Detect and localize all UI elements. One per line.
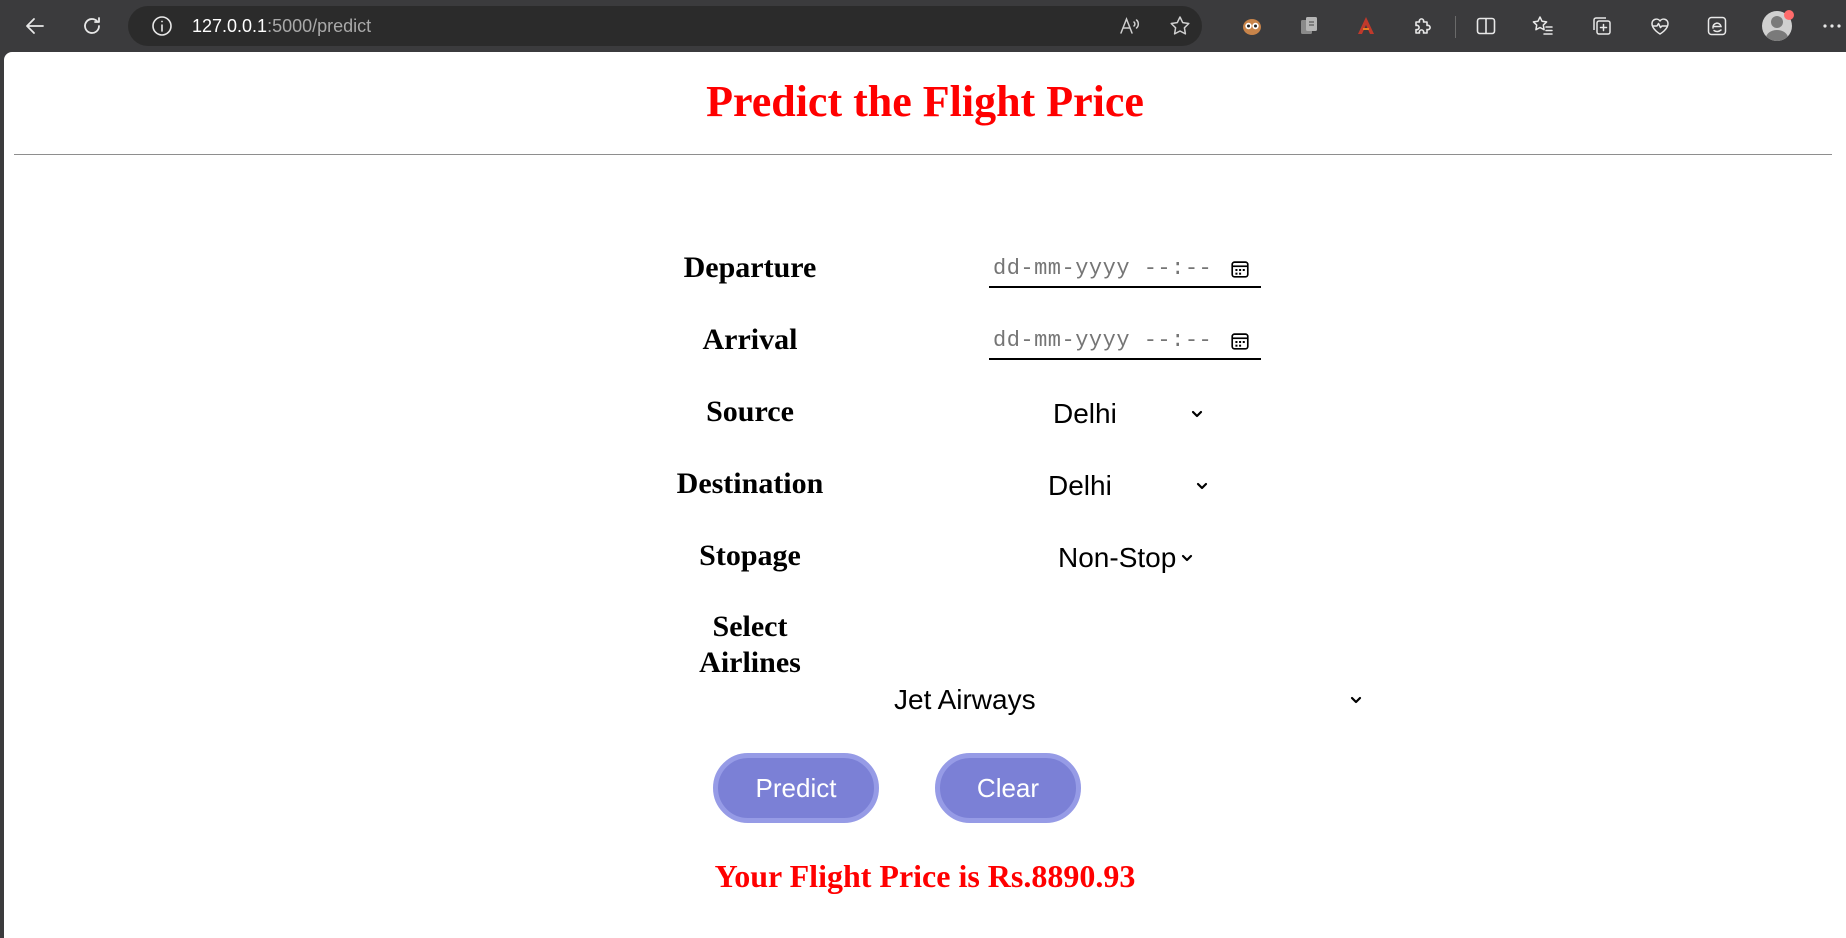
collections-button[interactable] <box>1584 8 1620 44</box>
favorites-button[interactable] <box>1525 8 1561 44</box>
read-aloud-icon[interactable] <box>1118 14 1142 38</box>
a-extension-icon <box>1358 17 1374 34</box>
departure-datetime-input[interactable]: dd-mm-yyyy --:-- <box>989 252 1261 288</box>
arrival-label: Arrival <box>702 323 798 356</box>
source-select[interactable]: Delhi <box>1053 394 1211 434</box>
page-viewport: Predict the Flight Price Departure dd-mm… <box>4 52 1846 938</box>
title-divider <box>14 154 1832 155</box>
extensions-button[interactable] <box>1405 8 1441 44</box>
source-label: Source <box>706 395 794 428</box>
refresh-button[interactable] <box>74 8 110 44</box>
extension-a-button[interactable] <box>1348 8 1384 44</box>
stopage-select[interactable]: Non-Stop <box>1058 538 1202 578</box>
source-selected-value: Delhi <box>1053 398 1117 429</box>
avatar-body <box>1766 30 1788 41</box>
address-bar[interactable]: 127.0.0.1:5000/predict <box>128 6 1202 46</box>
extension-docs-button[interactable] <box>1291 8 1327 44</box>
predict-button[interactable]: Predict <box>713 753 879 823</box>
owl-extension-icon <box>1243 19 1261 35</box>
more-menu-button[interactable] <box>1818 8 1846 44</box>
documents-icon <box>1301 17 1317 34</box>
toolbar-separator <box>1455 16 1456 38</box>
arrival-datetime-input[interactable]: dd-mm-yyyy --:-- <box>989 324 1261 360</box>
refresh-icon <box>84 17 100 34</box>
departure-placeholder: dd-mm-yyyy --:-- <box>993 256 1213 281</box>
notification-dot <box>1784 10 1794 20</box>
clear-button[interactable]: Clear <box>935 753 1081 823</box>
avatar-head <box>1771 16 1783 28</box>
airline-label-line1: Select <box>712 610 788 643</box>
airline-label-line2: Airlines <box>699 646 801 679</box>
puzzle-piece-icon <box>1415 18 1431 34</box>
favorites-list-icon <box>1532 16 1553 35</box>
airline-label: Select Airlines <box>655 609 845 681</box>
favorite-star-icon[interactable] <box>1168 14 1192 38</box>
health-button[interactable] <box>1642 8 1678 44</box>
departure-label: Departure <box>683 251 817 284</box>
stopage-label: Stopage <box>699 539 801 572</box>
browser-toolbar: 127.0.0.1:5000/predict <box>0 0 1846 52</box>
more-dots-icon <box>1823 24 1841 28</box>
url-text[interactable]: 127.0.0.1:5000/predict <box>192 6 371 46</box>
back-arrow-icon <box>26 18 44 34</box>
airline-select[interactable]: Jet Airways <box>894 680 1374 720</box>
arrival-placeholder: dd-mm-yyyy --:-- <box>993 328 1213 353</box>
page-title: Predict the Flight Price <box>706 77 1144 126</box>
extension-owl-button[interactable] <box>1234 8 1270 44</box>
url-host: 127.0.0.1 <box>192 16 268 36</box>
prediction-result: Your Flight Price is Rs.8890.93 <box>714 858 1136 894</box>
chevron-down-icon <box>1196 482 1208 490</box>
stopage-selected-value: Non-Stop <box>1058 542 1177 573</box>
destination-select[interactable]: Delhi <box>1048 466 1216 506</box>
destination-selected-value: Delhi <box>1048 470 1112 501</box>
back-button[interactable] <box>17 8 53 44</box>
url-path: :5000/predict <box>267 16 372 36</box>
destination-label: Destination <box>676 467 824 500</box>
split-screen-button[interactable] <box>1468 8 1504 44</box>
chevron-down-icon <box>1350 696 1362 704</box>
calendar-icon[interactable] <box>1229 330 1251 352</box>
edge-icon <box>1707 16 1727 36</box>
info-icon[interactable] <box>150 14 174 38</box>
chevron-down-icon <box>1181 554 1193 562</box>
collections-icon <box>1593 17 1611 35</box>
split-screen-icon <box>1476 17 1496 35</box>
calendar-icon[interactable] <box>1229 258 1251 280</box>
airline-selected-value: Jet Airways <box>894 684 1036 715</box>
edge-bar-button[interactable] <box>1699 8 1735 44</box>
chevron-down-icon <box>1191 410 1203 418</box>
heart-pulse-icon <box>1651 18 1669 35</box>
